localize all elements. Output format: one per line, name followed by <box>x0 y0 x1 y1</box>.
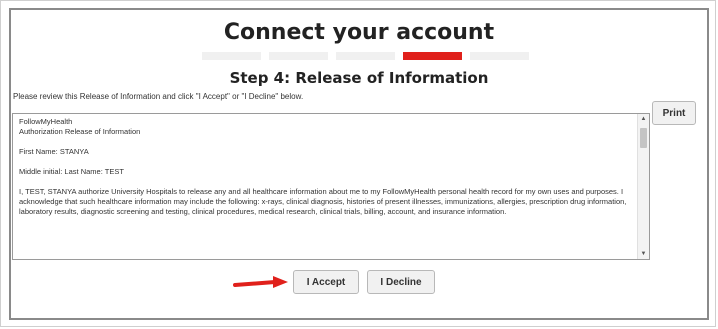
step-title: Step 4: Release of Information <box>229 69 489 87</box>
step-indicator-1 <box>202 52 261 60</box>
red-arrow-icon <box>233 276 288 288</box>
release-authorization-body: I, TEST, STANYA authorize University Hos… <box>19 187 627 216</box>
step-indicator-3 <box>336 52 395 60</box>
page-title: Connect your account <box>223 20 495 45</box>
decline-button[interactable]: I Decline <box>367 270 435 294</box>
release-first-name: First Name: STANYA <box>19 147 89 156</box>
step-indicator-2 <box>269 52 328 60</box>
scroll-up-arrow-icon[interactable]: ▲ <box>638 114 649 124</box>
instructions-text: Please review this Release of Informatio… <box>13 92 304 101</box>
step-indicator-5 <box>470 52 529 60</box>
step-progress <box>202 52 529 60</box>
release-text-line: Authorization Release of Information <box>19 127 141 136</box>
scroll-thumb[interactable] <box>640 128 647 148</box>
step-indicator-4-active <box>403 52 462 60</box>
release-text-content: FollowMyHealth Authorization Release of … <box>13 114 637 259</box>
print-button[interactable]: Print <box>652 101 696 125</box>
release-text-line: FollowMyHealth <box>19 117 73 126</box>
release-middle-last-name: Middle initial: Last Name: TEST <box>19 167 124 176</box>
textbox-scrollbar[interactable]: ▲ ▼ <box>637 114 649 259</box>
scroll-down-arrow-icon[interactable]: ▼ <box>638 249 649 259</box>
accept-button[interactable]: I Accept <box>293 270 359 294</box>
release-of-information-textbox[interactable]: FollowMyHealth Authorization Release of … <box>12 113 650 260</box>
